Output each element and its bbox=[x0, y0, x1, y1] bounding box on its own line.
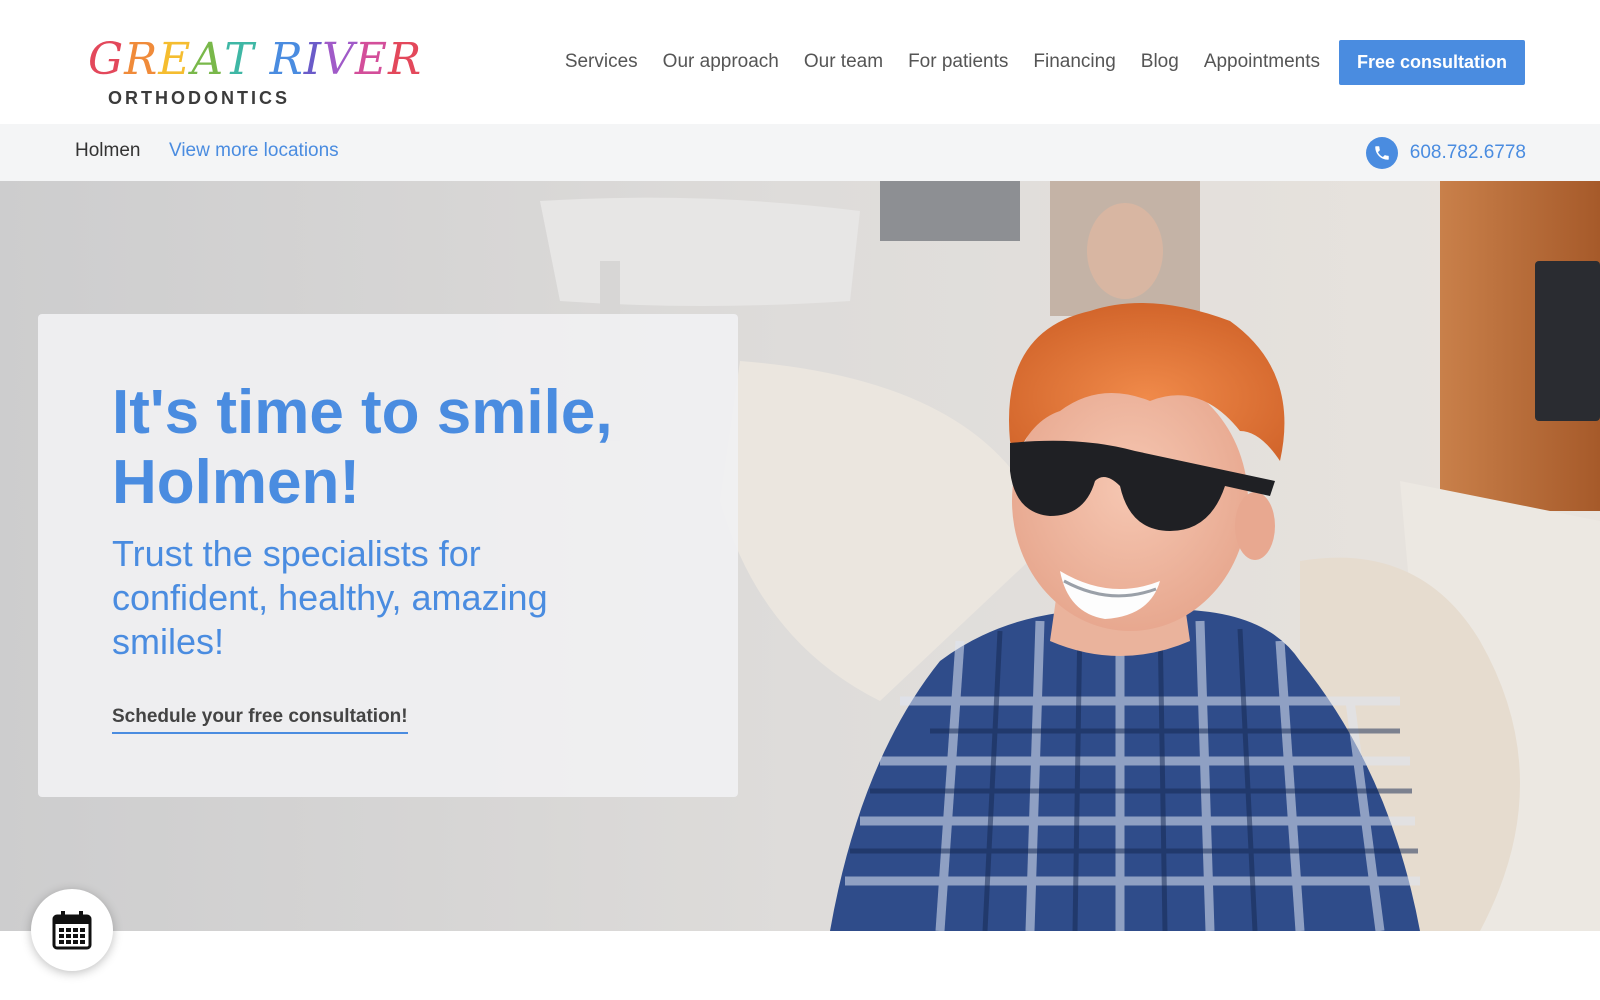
location-bar: Holmen View more locations 608.782.6778 bbox=[0, 124, 1600, 181]
main-nav: Services Our approach Our team For patie… bbox=[540, 48, 1320, 76]
logo-letter: G bbox=[88, 34, 125, 85]
view-more-locations-link[interactable]: View more locations bbox=[169, 140, 339, 162]
logo-subtitle: ORTHODONTICS bbox=[108, 88, 290, 108]
logo-letter: E bbox=[158, 34, 192, 85]
hero-section: It's time to smile, Holmen! Trust the sp… bbox=[0, 181, 1600, 931]
logo-wordmark: GREAT RIVER bbox=[88, 36, 422, 84]
hero-card: It's time to smile, Holmen! Trust the sp… bbox=[38, 314, 738, 797]
nav-appointments[interactable]: Appointments bbox=[1204, 48, 1320, 76]
nav-services[interactable]: Services bbox=[565, 48, 638, 76]
nav-blog[interactable]: Blog bbox=[1141, 48, 1179, 76]
nav-our-team[interactable]: Our team bbox=[804, 48, 883, 76]
phone-contact: 608.782.6778 bbox=[1365, 137, 1526, 169]
logo-letter: R bbox=[124, 34, 159, 85]
logo-letter: T bbox=[224, 34, 255, 85]
logo-letter: R bbox=[388, 34, 423, 85]
site-logo[interactable]: GREAT RIVER ORTHODONTICS bbox=[88, 36, 421, 110]
hero-subtitle: Trust the specialists for confident, hea… bbox=[112, 533, 548, 662]
free-consultation-button[interactable]: Free consultation bbox=[1339, 40, 1525, 85]
logo-letter: R bbox=[269, 34, 304, 85]
calendar-icon bbox=[52, 911, 92, 950]
logo-letter: E bbox=[354, 34, 388, 85]
calendar-button[interactable] bbox=[31, 889, 113, 971]
phone-number-link[interactable]: 608.782.6778 bbox=[1410, 142, 1526, 164]
phone-icon-glyph bbox=[1375, 146, 1389, 160]
phone-icon[interactable] bbox=[1365, 137, 1398, 169]
nav-financing[interactable]: Financing bbox=[1033, 48, 1115, 76]
hero-title: It's time to smile, Holmen! bbox=[112, 378, 613, 517]
nav-our-approach[interactable]: Our approach bbox=[663, 48, 779, 76]
nav-for-patients[interactable]: For patients bbox=[908, 48, 1008, 76]
schedule-consultation-link[interactable]: Schedule your free consultation! bbox=[112, 706, 408, 734]
current-location: Holmen bbox=[75, 140, 141, 161]
logo-letter: A bbox=[191, 34, 225, 85]
logo-letter: I bbox=[303, 34, 323, 85]
logo-letter: V bbox=[322, 34, 355, 85]
logo-letter bbox=[255, 36, 270, 84]
site-header: GREAT RIVER ORTHODONTICS Services Our ap… bbox=[0, 0, 1600, 124]
